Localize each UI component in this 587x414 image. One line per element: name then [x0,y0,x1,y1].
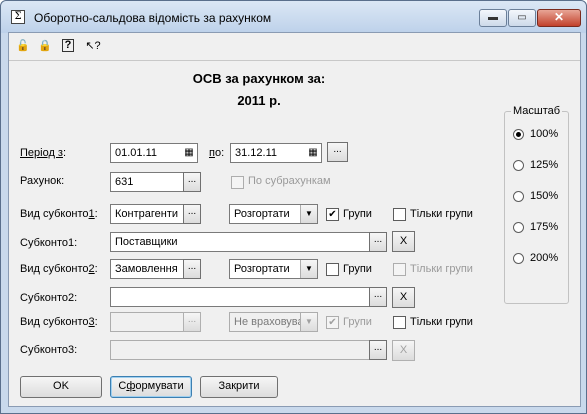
chevron-down-icon[interactable]: ▼ [300,205,317,223]
subconto3-groups-checkbox[interactable]: ✔ [326,316,339,329]
scale-option-150: 150% [530,190,559,202]
scale-radio-100[interactable] [513,129,524,140]
scale-radio-150[interactable] [513,191,524,202]
subconto2-select-button[interactable]: ... [369,287,387,307]
subconto1-field[interactable]: Поставщики [110,232,372,252]
maximize-button[interactable]: ▭ [508,9,536,27]
report-heading-line2: 2011 р. [237,93,281,108]
toolbar-separator [9,60,580,61]
subconto2-mode-value: Розгортати [234,263,290,275]
subconto1-label: Субконто1: [20,237,78,249]
scale-option-100: 100% [530,128,559,140]
subconto1-only-groups-checkbox[interactable] [393,208,406,221]
period-to-label-rest: о: [214,147,225,159]
subconto1-kind-label-text: Вид субконто [20,208,89,220]
scale-option-175: 175% [530,221,559,233]
period-label: Період з: [20,147,66,159]
help-icon[interactable]: ? [62,39,74,52]
period-label-text: Період з [20,147,63,159]
subconto1-mode-dropdown[interactable]: Розгортати ▼ [229,204,318,224]
subconto3-kind-label-text: Вид субконто [20,316,89,328]
lock-open-icon[interactable]: 🔓 [15,39,31,53]
dialog-client-area: 🔓 🔒 ? ↖? ОСВ за рахунком за: 2011 р. Пер… [8,32,581,407]
subconto1-kind-select-button[interactable]: ... [183,204,201,224]
subconto2-kind-label: Вид субконто2: [20,263,98,275]
subconto2-kind-field[interactable]: Замовлення [110,259,184,279]
subconto1-mode-value: Розгортати [234,208,290,220]
scale-radio-125[interactable] [513,160,524,171]
ok-button[interactable]: OK [20,376,102,398]
subconto2-groups-label: Групи [343,263,372,275]
subconto3-select-button[interactable]: ... [369,340,387,360]
report-window: Σ Оборотно-сальдова відомість за рахунко… [0,0,587,414]
scale-groupbox: Масштаб 100% 125% 150% 175% 200% [504,105,569,304]
subconto3-groups-label: Групи [343,316,372,328]
subconto3-kind-label: Вид субконто3: [20,316,98,328]
subconto1-select-button[interactable]: ... [369,232,387,252]
period-label-colon: : [62,147,67,159]
toolbar: 🔓 🔒 ? ↖? [9,33,580,59]
minimize-button[interactable]: ▬ [479,9,507,27]
subconto3-clear-button[interactable]: X [392,340,415,361]
scale-option-200: 200% [530,252,559,264]
window-title: Оборотно-сальдова відомість за рахунком [34,11,272,25]
subconto1-kind-field[interactable]: Контрагенти [110,204,184,224]
subconto2-only-groups-checkbox[interactable] [393,263,406,276]
lock-icon[interactable]: 🔒 [37,39,53,53]
scale-option-125: 125% [530,159,559,171]
scale-radio-175[interactable] [513,222,524,233]
subconto2-field[interactable] [110,287,372,307]
subconto3-kind-field[interactable] [110,312,184,332]
calendar-icon[interactable]: ▦ [305,144,321,162]
subconto2-clear-button[interactable]: X [392,287,415,308]
chevron-down-icon[interactable]: ▼ [300,260,317,278]
title-bar[interactable]: Σ Оборотно-сальдова відомість за рахунко… [1,1,586,33]
subconto2-only-groups-label: Тільки групи [410,263,473,275]
subconto3-only-groups-checkbox[interactable] [393,316,406,329]
subconto1-clear-button[interactable]: X [392,231,415,252]
subconto2-groups-checkbox[interactable] [326,263,339,276]
close-window-button[interactable]: ✕ [537,9,581,27]
generate-button[interactable]: Сформувати [110,376,192,398]
sigma-icon: Σ [11,10,25,24]
subconto1-only-groups-label: Тільки групи [410,208,473,220]
subconto3-only-groups-label: Тільки групи [410,316,473,328]
subconto3-mode-dropdown[interactable]: Не враховувати ▼ [229,312,318,332]
calendar-icon[interactable]: ▦ [181,144,197,162]
subconto2-label: Субконто2: [20,292,78,304]
scale-legend: Масштаб [511,105,563,117]
generate-button-suffix: ормувати [135,380,184,392]
close-button[interactable]: Закрити [200,376,278,398]
chevron-down-icon[interactable]: ▼ [300,313,317,331]
account-label: Рахунок: [20,175,65,187]
account-select-button[interactable]: ... [183,172,201,192]
subconto3-field[interactable] [110,340,372,360]
subconto1-groups-checkbox[interactable]: ✔ [326,208,339,221]
by-subaccounts-label: По субрахункам [248,175,331,187]
report-heading-line1: ОСВ за рахунком за: [192,71,326,86]
subconto1-groups-label: Групи [343,208,372,220]
subconto1-kind-label: Вид субконто1: [20,208,98,220]
subconto3-label: Субконто3: [20,344,78,356]
period-select-button[interactable]: ... [327,142,348,162]
period-to-label: по: [209,147,224,159]
scale-radio-200[interactable] [513,253,524,264]
subconto2-mode-dropdown[interactable]: Розгортати ▼ [229,259,318,279]
account-field[interactable]: 631 [110,172,184,192]
subconto2-kind-select-button[interactable]: ... [183,259,201,279]
context-help-icon[interactable]: ↖? [83,39,103,53]
by-subaccounts-checkbox[interactable] [231,176,244,189]
subconto3-kind-label-colon: : [94,316,98,328]
subconto2-kind-label-colon: : [94,263,98,275]
subconto2-kind-label-text: Вид субконто [20,263,89,275]
subconto3-kind-select-button[interactable]: ... [183,312,201,332]
subconto1-kind-label-colon: : [94,208,98,220]
